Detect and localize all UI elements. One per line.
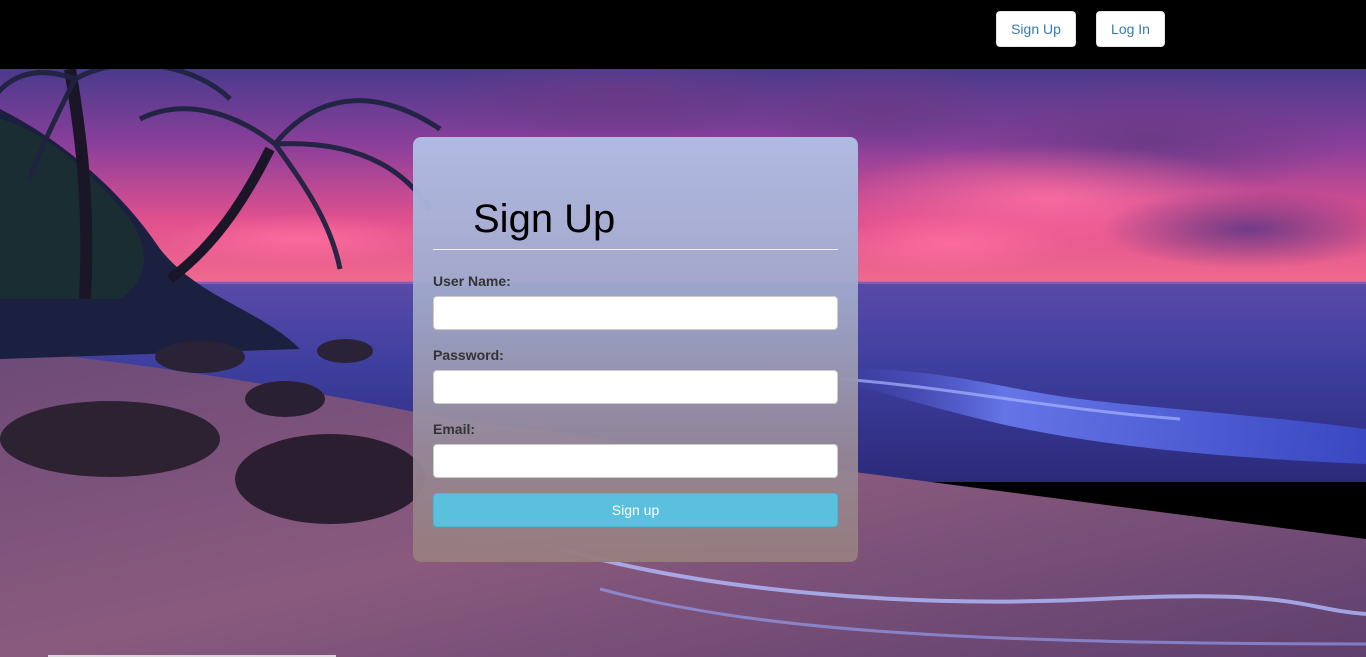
- email-label: Email:: [433, 421, 476, 437]
- nav-login-button[interactable]: Log In: [1096, 11, 1165, 47]
- top-navbar: Sign Up Log In: [0, 0, 1366, 69]
- password-input[interactable]: [433, 370, 838, 404]
- nav-signup-button[interactable]: Sign Up: [996, 11, 1076, 47]
- signup-submit-button[interactable]: Sign up: [433, 493, 838, 527]
- email-input[interactable]: [433, 444, 838, 478]
- signup-title: Sign Up: [473, 197, 616, 241]
- title-divider: [433, 249, 838, 250]
- signup-card: Sign Up User Name: Password: Email: Sign…: [413, 137, 858, 562]
- username-input[interactable]: [433, 296, 838, 330]
- username-label: User Name:: [433, 273, 511, 289]
- password-label: Password:: [433, 347, 504, 363]
